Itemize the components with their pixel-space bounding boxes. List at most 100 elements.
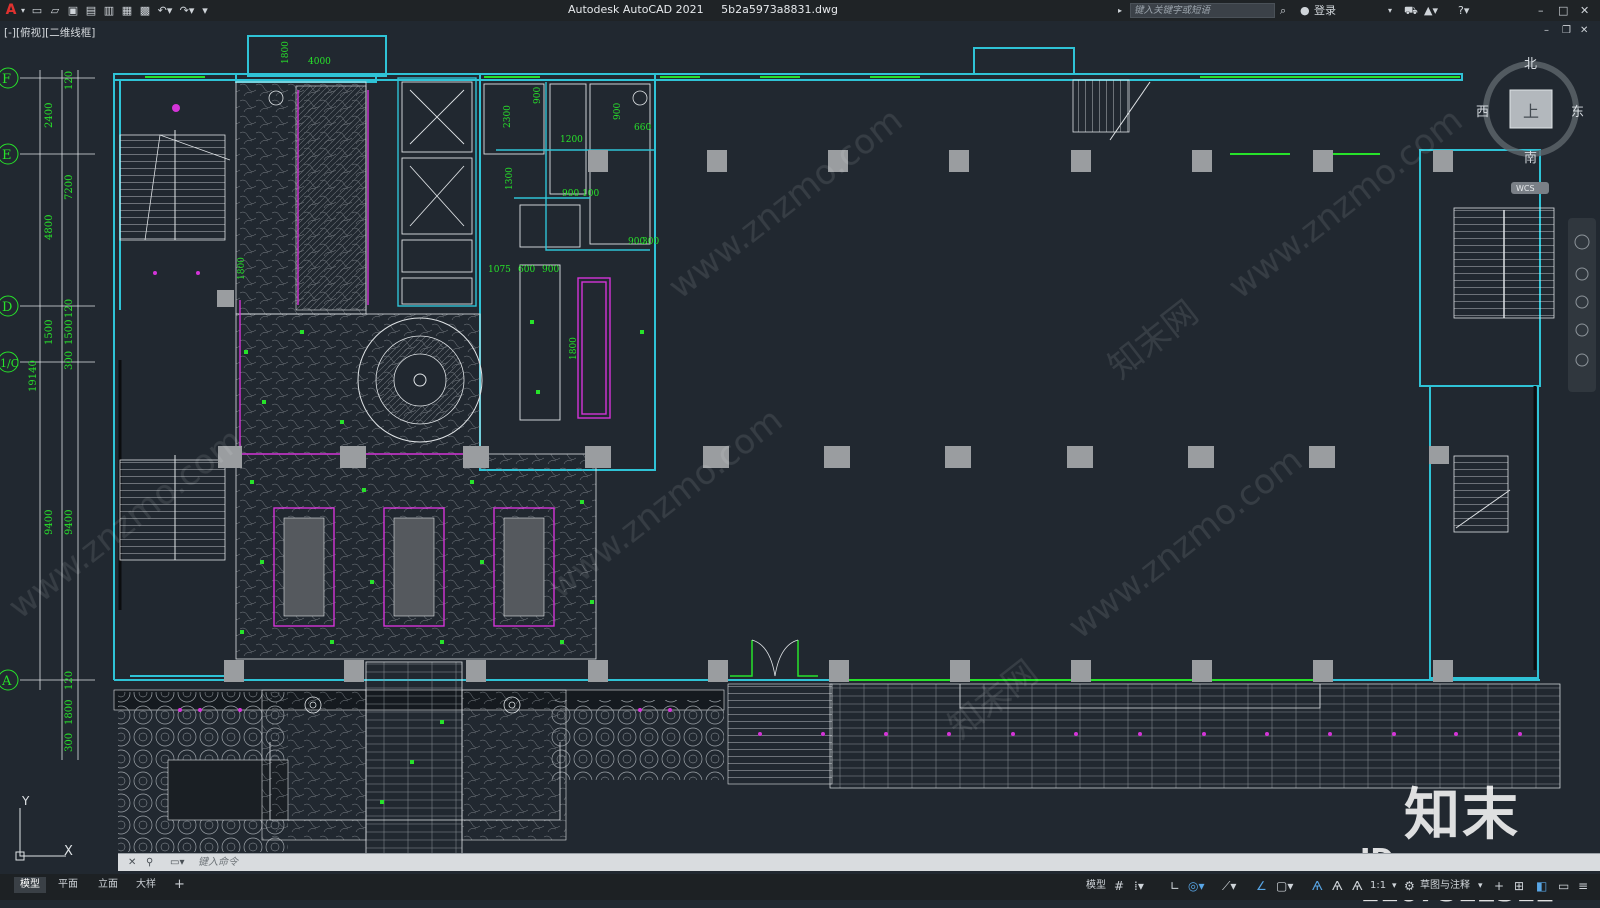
axis-label-f: F: [2, 72, 11, 87]
dim-text: 120: [64, 671, 75, 690]
annotation-monitor-icon[interactable]: +: [1494, 879, 1504, 893]
command-customize-icon[interactable]: ⚲: [146, 854, 153, 871]
app-title: Autodesk AutoCAD 2021: [568, 3, 704, 16]
grid-axis-group: F E D 1/C A: [0, 67, 95, 760]
tab-elevation[interactable]: 立面: [92, 877, 124, 893]
dim-text: 2400: [44, 103, 55, 128]
workspace-gear-icon[interactable]: ⚙: [1404, 879, 1415, 893]
new-icon[interactable]: ▭: [28, 0, 46, 21]
tab-model[interactable]: 模型: [14, 877, 46, 893]
dim-text: 1800: [569, 337, 579, 360]
compass-west[interactable]: 西: [1476, 105, 1489, 120]
file-name: 5b2a5973a8831.dwg: [721, 3, 839, 16]
open-icon[interactable]: ▱: [46, 0, 64, 21]
minimize-icon[interactable]: –: [1538, 0, 1544, 21]
dim-text: 4000: [308, 57, 331, 67]
annotation-visibility-icon[interactable]: Ѧ: [1312, 879, 1323, 893]
login-button[interactable]: 登录: [1314, 0, 1336, 21]
osnap-tracking-icon[interactable]: ⟋▾: [1222, 879, 1236, 893]
dim-text: 1500: [64, 320, 75, 345]
dim-text: 19140: [28, 360, 39, 392]
grid-icon[interactable]: #: [1114, 879, 1124, 893]
wcs-label: WCS: [1516, 184, 1535, 193]
workspace-dropdown-icon[interactable]: ▾: [1478, 879, 1483, 893]
auto-scale-icon[interactable]: Ѧ: [1332, 879, 1343, 893]
a360-icon[interactable]: ▲▾: [1424, 0, 1438, 21]
dim-text: 300: [64, 351, 75, 370]
add-layout-button[interactable]: +: [168, 877, 191, 893]
expand-search-icon[interactable]: ▸: [1118, 0, 1122, 21]
customization-menu-icon[interactable]: ≡: [1578, 879, 1588, 893]
cart-icon[interactable]: ⛟: [1404, 0, 1418, 21]
snap-icon[interactable]: ⁞▾: [1134, 879, 1144, 893]
drawing-canvas[interactable]: F E D 1/C A 2400 4800 9400 1500 1800 191…: [0, 21, 1600, 869]
publish-icon[interactable]: ▥: [100, 0, 118, 21]
axis-label-a: A: [1, 674, 12, 689]
print-icon[interactable]: ▩: [136, 0, 154, 21]
dim-text: 900 100: [562, 189, 599, 199]
redo-icon[interactable]: ↷▾: [176, 0, 198, 21]
plot-preview-icon[interactable]: ▦: [118, 0, 136, 21]
dim-text: 300: [64, 733, 75, 752]
exterior-landscape: [113, 661, 1561, 859]
compass-north[interactable]: 北: [1524, 57, 1537, 72]
clean-screen-icon[interactable]: ▭: [1558, 879, 1569, 893]
dim-text: 1300: [505, 167, 515, 190]
units-icon[interactable]: ⊞: [1514, 879, 1524, 893]
tab-detail[interactable]: 大样: [130, 877, 162, 893]
command-input[interactable]: 键入命令: [198, 854, 238, 871]
right-stairs-bottom: [1453, 455, 1511, 533]
dim-text: 1075: [488, 265, 511, 275]
compass-east[interactable]: 东: [1571, 105, 1584, 120]
axis-label-1c: 1/C: [0, 357, 19, 370]
tab-plan[interactable]: 平面: [52, 877, 84, 893]
workspace-switch[interactable]: 草图与注释: [1420, 879, 1470, 893]
saveas-icon[interactable]: ▤: [82, 0, 100, 21]
ortho-icon[interactable]: ∟: [1170, 879, 1180, 893]
help-icon[interactable]: ?▾: [1458, 0, 1469, 21]
save-icon[interactable]: ▣: [64, 0, 82, 21]
grid-axis-d: D: [0, 295, 19, 317]
top-stairs: [1072, 79, 1151, 141]
axis-label-e: E: [2, 148, 12, 163]
customize-icon[interactable]: ▾: [198, 0, 212, 21]
maximize-icon[interactable]: □: [1558, 0, 1568, 21]
user-icon[interactable]: ●: [1300, 0, 1310, 21]
annotation-scale-icon[interactable]: Ѧ: [1352, 879, 1363, 893]
grid-axis-1c: 1/C: [0, 351, 19, 373]
undo-icon[interactable]: ↶▾: [154, 0, 176, 21]
dim-text: 900: [613, 103, 623, 120]
lineweight-icon[interactable]: ▢▾: [1276, 879, 1293, 893]
app-menu-dropdown-icon[interactable]: ▾: [18, 0, 28, 21]
dim-text: 7200: [64, 175, 75, 200]
dim-text: 1200: [560, 135, 583, 145]
compass-south[interactable]: 南: [1524, 150, 1537, 166]
search-input[interactable]: 键入关键字或短语: [1130, 3, 1275, 18]
login-dropdown-icon[interactable]: ▾: [1388, 0, 1392, 21]
dim-text: 1500: [44, 320, 55, 345]
search-icon[interactable]: ⌕: [1280, 0, 1286, 21]
isolate-objects-icon[interactable]: ◧: [1536, 879, 1547, 893]
app-menu-button[interactable]: A: [4, 0, 18, 21]
command-close-icon[interactable]: ✕: [128, 854, 136, 871]
quick-access-toolbar: A ▾ ▭ ▱ ▣ ▤ ▥ ▦ ▩ ↶▾ ↷▾ ▾: [4, 0, 212, 21]
viewcube[interactable]: 上 北 南 东 西 WCS: [1476, 57, 1584, 194]
dim-text: 4800: [44, 215, 55, 240]
dim-text: 2300: [503, 105, 513, 128]
dim-text: 9400: [64, 510, 75, 535]
dim-text: 660: [634, 123, 651, 133]
close-icon[interactable]: ✕: [1580, 0, 1589, 21]
scale-dropdown-icon[interactable]: ▾: [1392, 879, 1397, 893]
model-space-button[interactable]: 模型: [1086, 879, 1106, 893]
scale-dropdown[interactable]: 1:1: [1370, 879, 1386, 893]
polar-icon[interactable]: ◎▾: [1188, 879, 1205, 893]
navigation-bar[interactable]: [1568, 218, 1596, 392]
dim-text: 1800: [281, 41, 291, 64]
watermark-site: 知末网: [1101, 293, 1206, 387]
watermark-site: www.znzmo.com: [1221, 100, 1470, 307]
window-title: Autodesk AutoCAD 2021 5b2a5973a8831.dwg: [568, 3, 852, 16]
command-history-icon[interactable]: ▭▾: [170, 854, 184, 871]
osnap-icon[interactable]: ∠: [1256, 879, 1267, 893]
dim-text: 1800: [64, 700, 75, 725]
ucs-x-label: X: [64, 844, 73, 859]
